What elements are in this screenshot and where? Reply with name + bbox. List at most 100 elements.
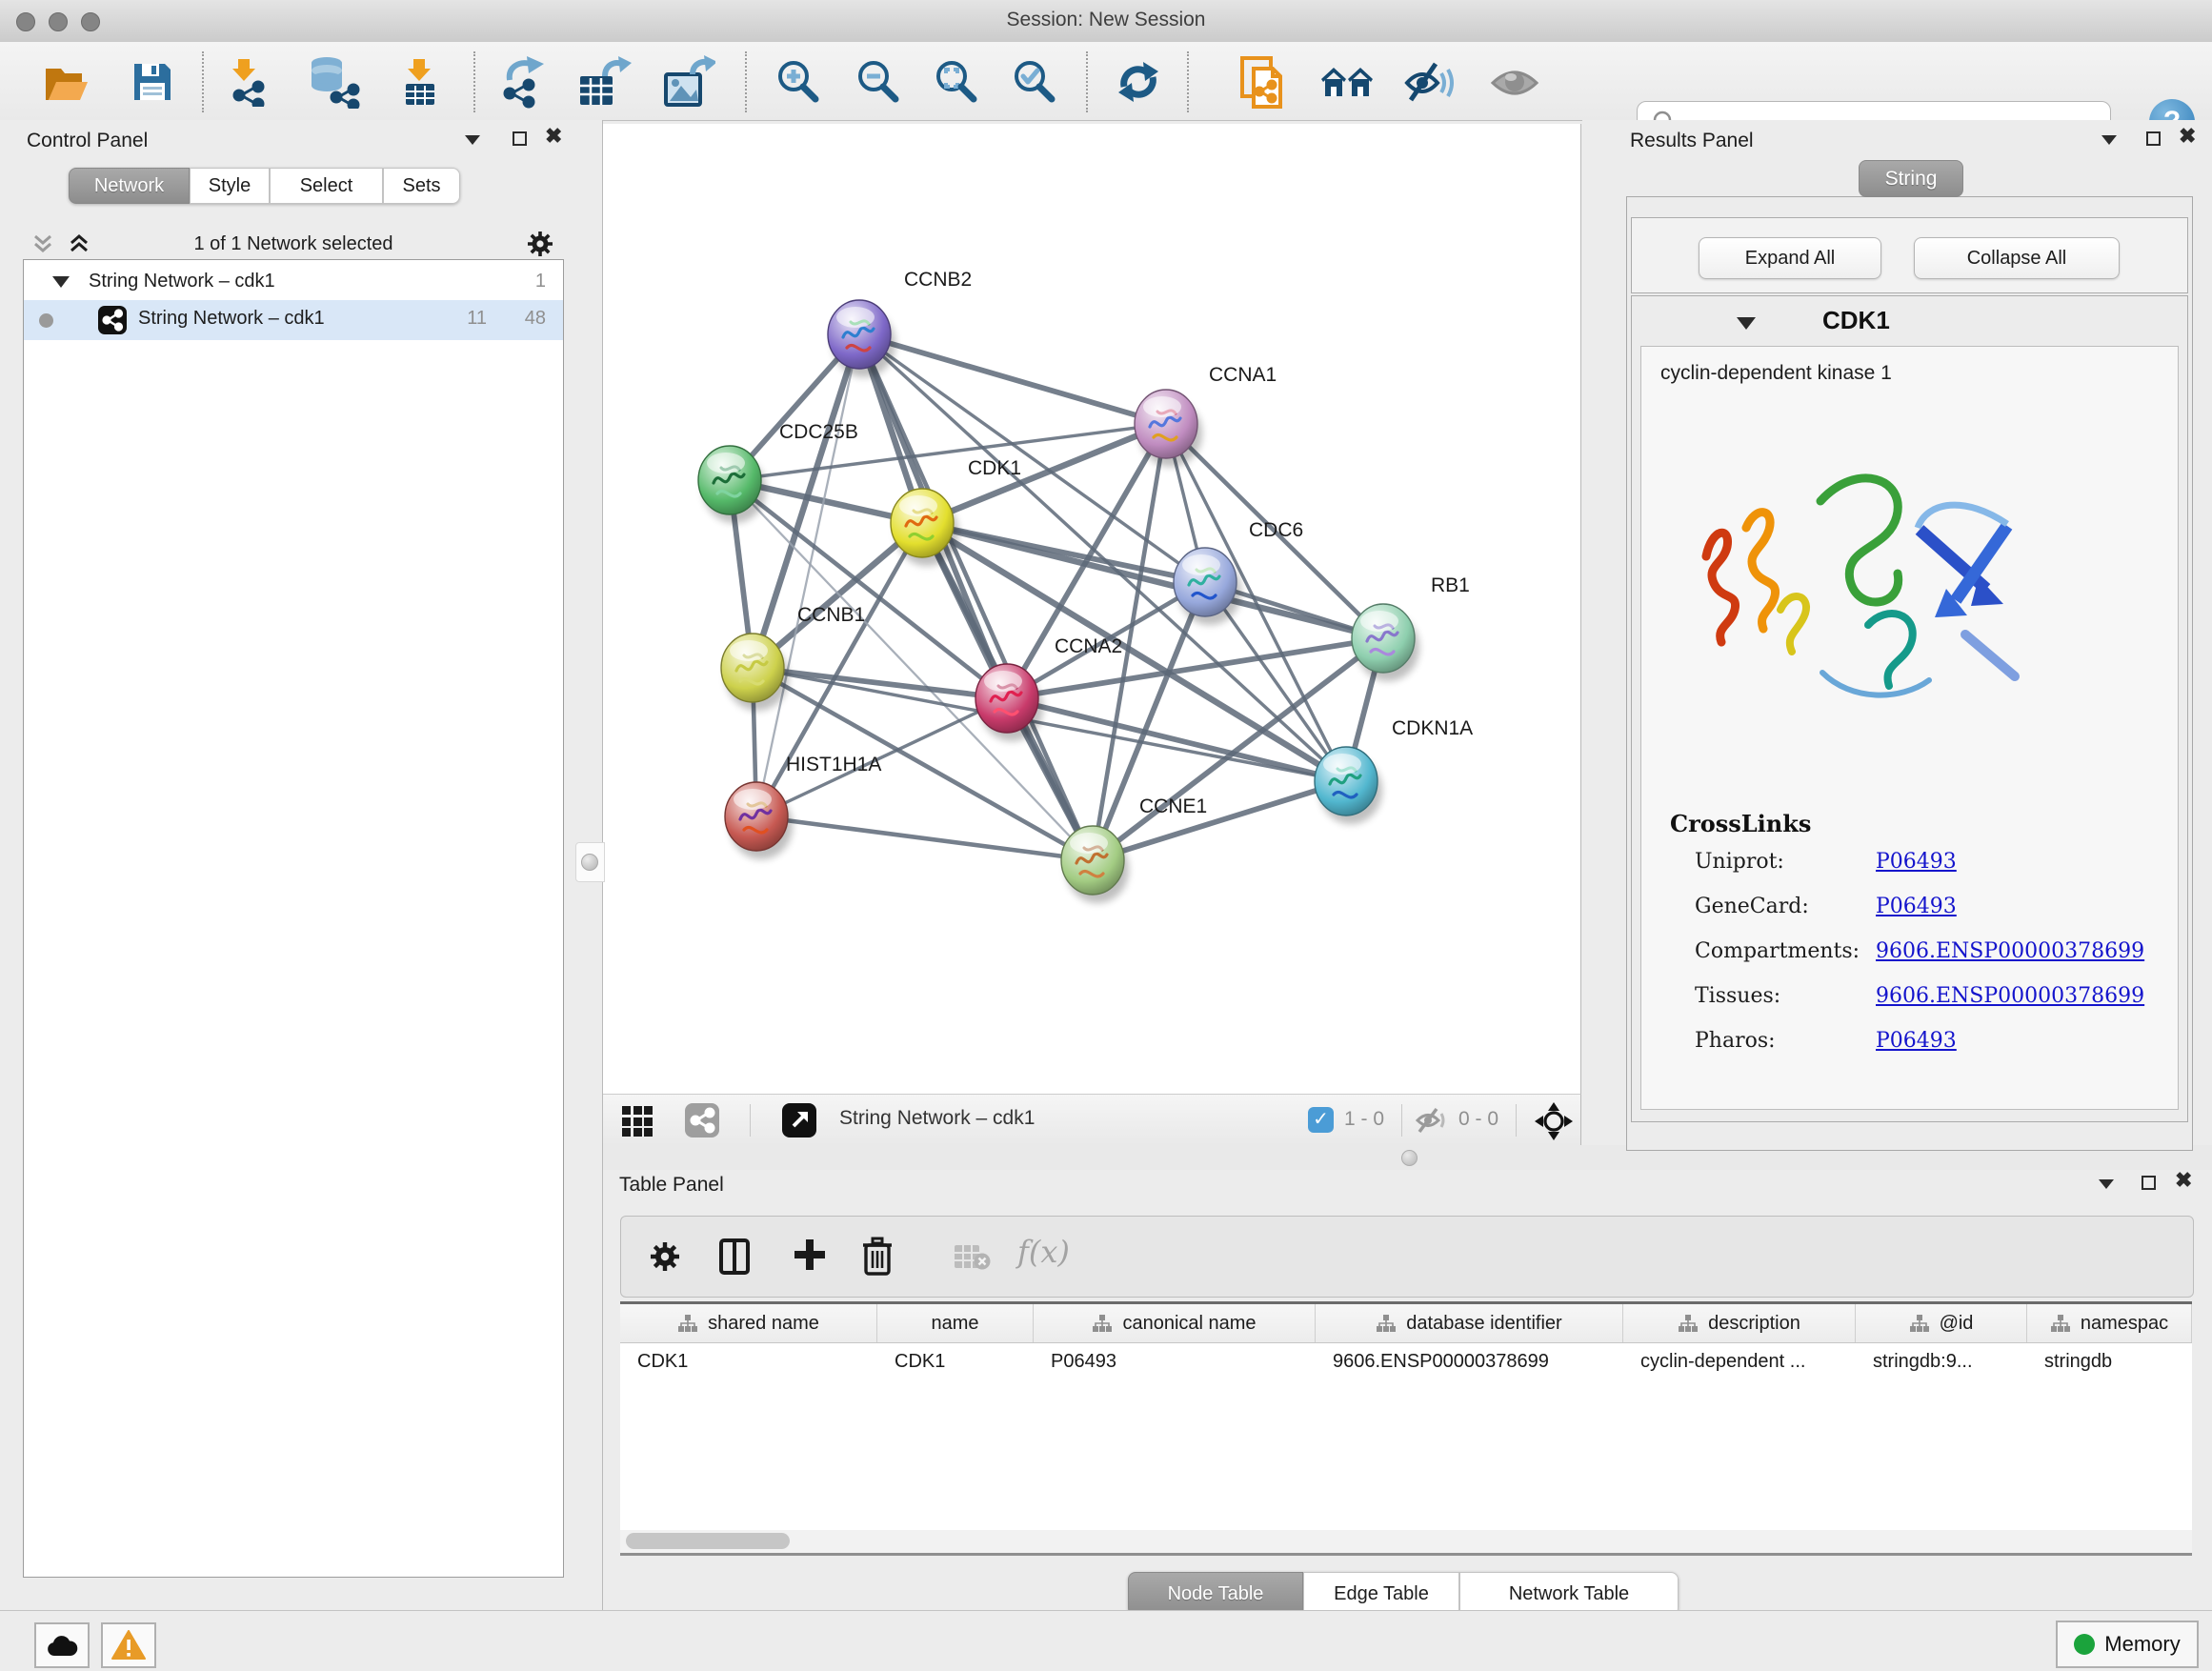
crosslink-value-link[interactable]: P06493 xyxy=(1876,1029,1957,1053)
export-image-button[interactable] xyxy=(661,55,716,109)
collapse-all-button[interactable]: Collapse All xyxy=(1914,237,2120,279)
import-network-from-database-button[interactable] xyxy=(305,55,362,109)
gene-details-box: cyclin-dependent kinase 1 xyxy=(1640,346,2179,1110)
selected-checkbox-icon[interactable]: ✓ xyxy=(1308,1107,1334,1133)
tab-style[interactable]: Style xyxy=(190,168,270,204)
table-cell[interactable]: P06493 xyxy=(1034,1343,1316,1381)
column-header-name[interactable]: name xyxy=(877,1304,1034,1342)
hide-glass-button[interactable] xyxy=(1402,61,1456,105)
crosslink-value-link[interactable]: 9606.ENSP00000378699 xyxy=(1876,939,2144,963)
crosslink-value-link[interactable]: 9606.ENSP00000378699 xyxy=(1876,984,2144,1008)
export-network-button[interactable] xyxy=(497,55,551,109)
tab-string[interactable]: String xyxy=(1859,160,1963,197)
network-edge[interactable] xyxy=(756,816,1093,860)
table-cell[interactable]: CDK1 xyxy=(877,1343,1034,1381)
network-edge[interactable] xyxy=(1093,781,1346,860)
string-network-icon xyxy=(98,306,127,334)
control-panel-close-icon[interactable]: ✖ xyxy=(545,126,562,147)
cloud-status-button[interactable] xyxy=(34,1622,90,1668)
network-node-cdkn1a[interactable]: CDKN1A xyxy=(1315,717,1473,824)
crosslink-label: GeneCard: xyxy=(1695,895,1876,918)
zoom-in-button[interactable] xyxy=(774,57,823,107)
network-edge[interactable] xyxy=(859,334,1093,860)
add-row-plus-icon[interactable] xyxy=(793,1238,827,1277)
network-canvas[interactable]: CCNB2CCNA1CDC25BCDK1CDC6RB1CCNB1CCNA2CDK… xyxy=(603,124,1581,1094)
left-splitter-tab[interactable] xyxy=(575,842,605,882)
zoom-out-button[interactable] xyxy=(854,57,903,107)
network-node-rb1[interactable]: RB1 xyxy=(1352,574,1470,681)
network-node-hist1h1a[interactable]: HIST1H1A xyxy=(725,754,881,859)
collection-expander-icon[interactable] xyxy=(52,276,70,288)
table-settings-gear-icon[interactable] xyxy=(648,1239,682,1278)
network-options-gear-icon[interactable] xyxy=(526,230,554,263)
save-session-button[interactable] xyxy=(128,59,177,105)
tab-sets[interactable]: Sets xyxy=(383,168,460,204)
grid-view-icon[interactable] xyxy=(622,1106,653,1137)
detach-view-icon[interactable] xyxy=(782,1103,816,1137)
import-table-button[interactable] xyxy=(396,57,446,107)
control-panel-float-icon[interactable] xyxy=(465,135,480,145)
home-string-button[interactable] xyxy=(1318,63,1377,103)
zoom-selected-button[interactable] xyxy=(1010,57,1059,107)
network-collection-row[interactable]: String Network – cdk1 1 xyxy=(24,266,563,300)
column-header-canonical-name[interactable]: canonical name xyxy=(1034,1304,1316,1342)
network-edge[interactable] xyxy=(922,523,1383,638)
column-header-@id[interactable]: @id xyxy=(1856,1304,2027,1342)
table-panel-maximize-icon[interactable] xyxy=(2142,1176,2156,1190)
expand-all-button[interactable]: Expand All xyxy=(1699,237,1881,279)
table-cell[interactable]: CDK1 xyxy=(620,1343,877,1381)
table-panel-float-icon[interactable] xyxy=(2099,1179,2114,1189)
network-node-cdc25b[interactable]: CDC25B xyxy=(698,421,858,523)
tab-label: Edge Table xyxy=(1334,1583,1429,1605)
warning-icon xyxy=(111,1630,146,1661)
column-header-namespac[interactable]: namespac xyxy=(2027,1304,2192,1342)
import-network-button[interactable] xyxy=(225,57,274,107)
memory-button[interactable]: Memory xyxy=(2056,1621,2199,1668)
results-panel-maximize-icon[interactable] xyxy=(2146,131,2161,146)
column-header-label: namespac xyxy=(2081,1313,2168,1335)
export-table-button[interactable] xyxy=(575,55,633,109)
network-graph[interactable]: CCNB2CCNA1CDC25BCDK1CDC6RB1CCNB1CCNA2CDK… xyxy=(603,124,1581,1094)
network-edge[interactable] xyxy=(859,334,1166,424)
table-row[interactable]: CDK1CDK1P064939606.ENSP00000378699cyclin… xyxy=(620,1343,2192,1381)
warning-status-button[interactable] xyxy=(101,1622,156,1668)
network-row-selected[interactable]: String Network – cdk1 11 48 xyxy=(24,300,563,340)
column-header-database-identifier[interactable]: database identifier xyxy=(1316,1304,1623,1342)
network-share-view-icon[interactable] xyxy=(685,1103,719,1137)
control-panel-maximize-icon[interactable] xyxy=(513,131,527,146)
column-header-description[interactable]: description xyxy=(1623,1304,1856,1342)
protein-structure-image xyxy=(1679,413,2061,766)
delete-trash-icon[interactable] xyxy=(861,1236,894,1280)
column-header-shared-name[interactable]: shared name xyxy=(620,1304,877,1342)
tab-network[interactable]: Network xyxy=(69,168,190,204)
birds-eye-icon[interactable] xyxy=(1535,1102,1573,1145)
control-panel: Control Panel ✖ NetworkStyleSelectSets 1… xyxy=(0,120,603,1610)
table-cell[interactable]: stringdb xyxy=(2027,1343,2192,1381)
memory-label: Memory xyxy=(2104,1632,2180,1657)
crosslink-value-link[interactable]: P06493 xyxy=(1876,895,1957,918)
network-node-ccna1[interactable]: CCNA1 xyxy=(1135,364,1277,467)
network-node-ccnb1[interactable]: CCNB1 xyxy=(721,604,865,711)
crosslink-value-link[interactable]: P06493 xyxy=(1876,850,1957,874)
results-panel-float-icon[interactable] xyxy=(2101,135,2117,145)
table-cell[interactable]: cyclin-dependent ... xyxy=(1623,1343,1856,1381)
refresh-layout-button[interactable] xyxy=(1113,57,1164,107)
splitter-handle[interactable] xyxy=(1401,1150,1418,1166)
tab-select[interactable]: Select xyxy=(270,168,383,204)
table-cell[interactable]: stringdb:9... xyxy=(1856,1343,2027,1381)
node-label: CCNB1 xyxy=(797,604,865,626)
table-hscrollbar[interactable] xyxy=(620,1530,2192,1556)
show-glass-button[interactable] xyxy=(1488,63,1541,103)
table-hscrollbar-thumb[interactable] xyxy=(626,1533,790,1549)
gene-expander-icon[interactable] xyxy=(1737,317,1756,330)
hidden-eye-icon[interactable] xyxy=(1415,1107,1449,1138)
network-edge[interactable] xyxy=(756,334,859,816)
add-column-icon[interactable] xyxy=(718,1238,751,1280)
results-panel-close-icon[interactable]: ✖ xyxy=(2179,126,2196,147)
open-session-button[interactable] xyxy=(42,59,91,105)
clone-network-button[interactable] xyxy=(1237,55,1292,111)
table-panel-close-icon[interactable]: ✖ xyxy=(2175,1170,2192,1191)
zoom-fit-button[interactable] xyxy=(932,57,981,107)
sort-tree-icon xyxy=(2050,1314,2071,1333)
table-cell[interactable]: 9606.ENSP00000378699 xyxy=(1316,1343,1623,1381)
